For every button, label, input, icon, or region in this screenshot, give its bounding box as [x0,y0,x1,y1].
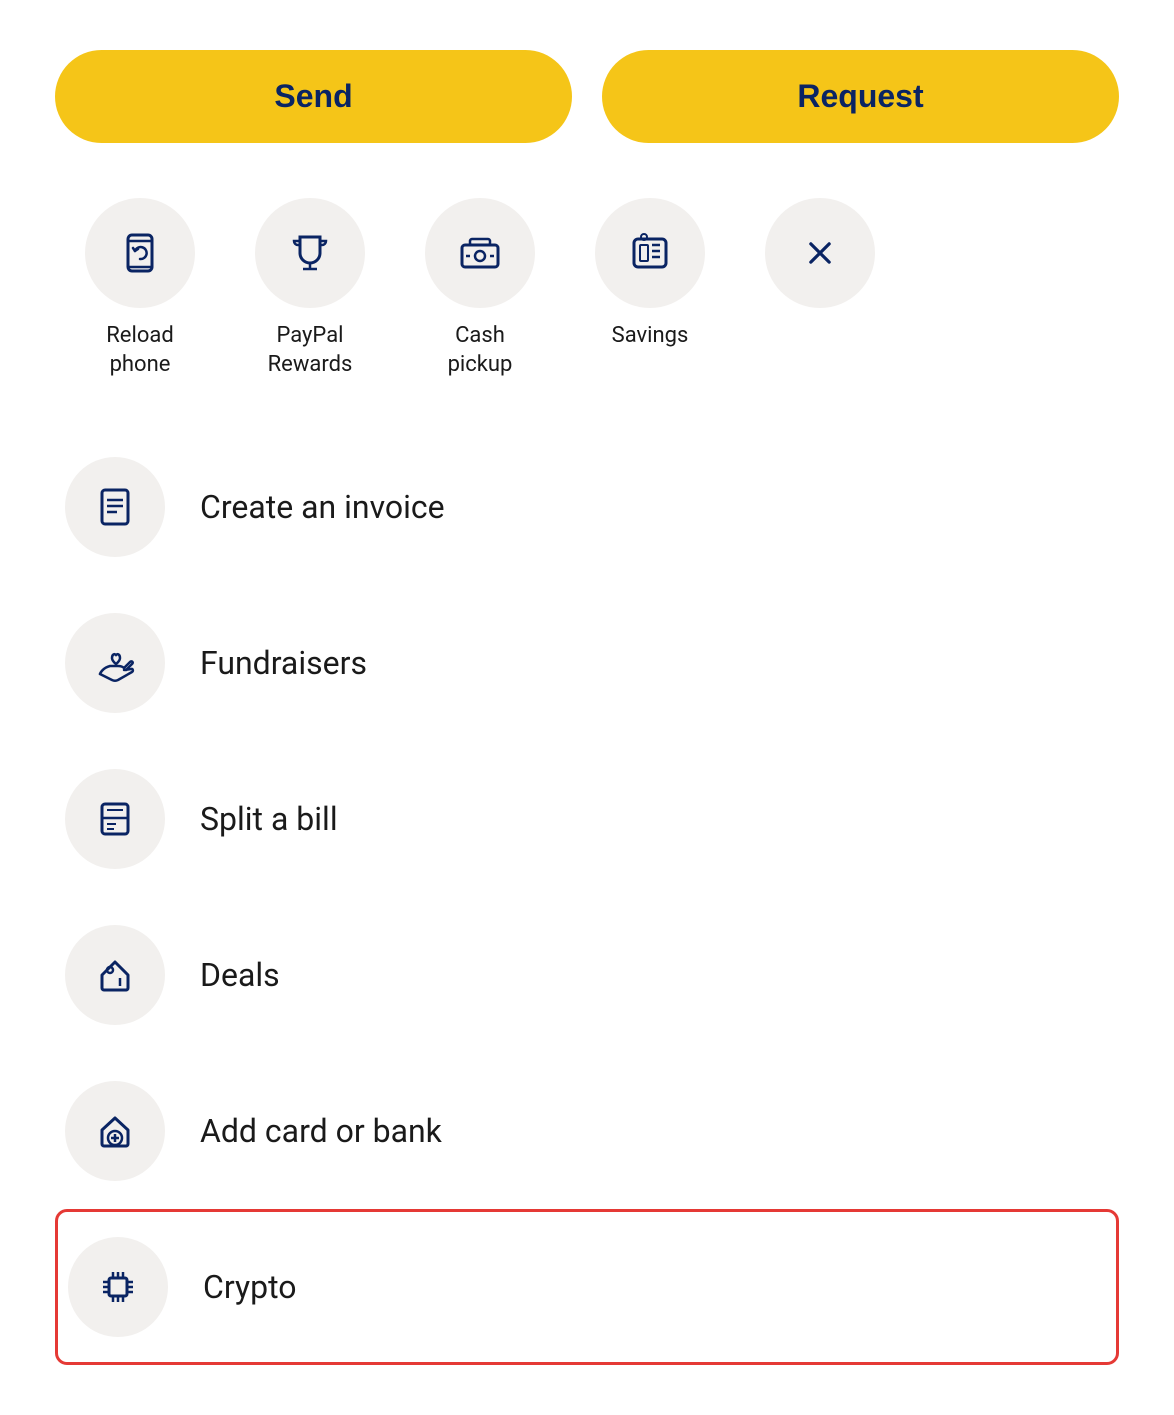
menu-item-deals[interactable]: Deals [55,897,1119,1053]
cash-pickup-circle [425,198,535,308]
split-bill-icon-circle [65,769,165,869]
send-button[interactable]: Send [55,50,572,143]
menu-item-crypto[interactable]: Crypto [55,1209,1119,1365]
invoice-icon-circle [65,457,165,557]
menu-list: Create an invoice Fundraisers Spli [55,429,1119,1365]
menu-item-fundraisers[interactable]: Fundraisers [55,585,1119,741]
split-bill-label: Split a bill [200,800,338,838]
savings-circle [595,198,705,308]
add-card-icon [92,1108,138,1154]
rewards-circle [255,198,365,308]
top-buttons-section: Send Request [55,50,1119,143]
invoice-icon [92,484,138,530]
quick-actions-section: Reloadphone PayPalRewards Cashpick [55,198,1119,379]
deals-label: Deals [200,956,280,994]
quick-action-paypal-rewards[interactable]: PayPalRewards [225,198,395,379]
close-circle [765,198,875,308]
menu-item-add-card-bank[interactable]: Add card or bank [55,1053,1119,1209]
quick-action-savings[interactable]: Savings [565,198,735,351]
crypto-icon [95,1264,141,1310]
request-button[interactable]: Request [602,50,1119,143]
deals-icon-circle [65,925,165,1025]
reload-phone-icon [116,229,164,277]
create-invoice-label: Create an invoice [200,488,445,526]
menu-item-split-bill[interactable]: Split a bill [55,741,1119,897]
paypal-rewards-label: PayPalRewards [268,322,353,379]
reload-phone-circle [85,198,195,308]
crypto-label: Crypto [203,1268,296,1306]
quick-action-reload-phone[interactable]: Reloadphone [55,198,225,379]
quick-action-close[interactable] [735,198,905,322]
cash-pickup-icon [456,229,504,277]
fundraisers-icon [92,640,138,686]
savings-label: Savings [612,322,689,351]
quick-action-cash-pickup[interactable]: Cashpickup [395,198,565,379]
add-card-icon-circle [65,1081,165,1181]
close-icon [798,231,842,275]
cash-pickup-label: Cashpickup [448,322,513,379]
add-card-bank-label: Add card or bank [200,1112,442,1150]
fundraisers-icon-circle [65,613,165,713]
trophy-icon [286,229,334,277]
split-bill-icon [92,796,138,842]
savings-icon [626,229,674,277]
menu-item-create-invoice[interactable]: Create an invoice [55,429,1119,585]
crypto-icon-circle [68,1237,168,1337]
deals-icon [92,952,138,998]
reload-phone-label: Reloadphone [106,322,174,379]
fundraisers-label: Fundraisers [200,644,367,682]
